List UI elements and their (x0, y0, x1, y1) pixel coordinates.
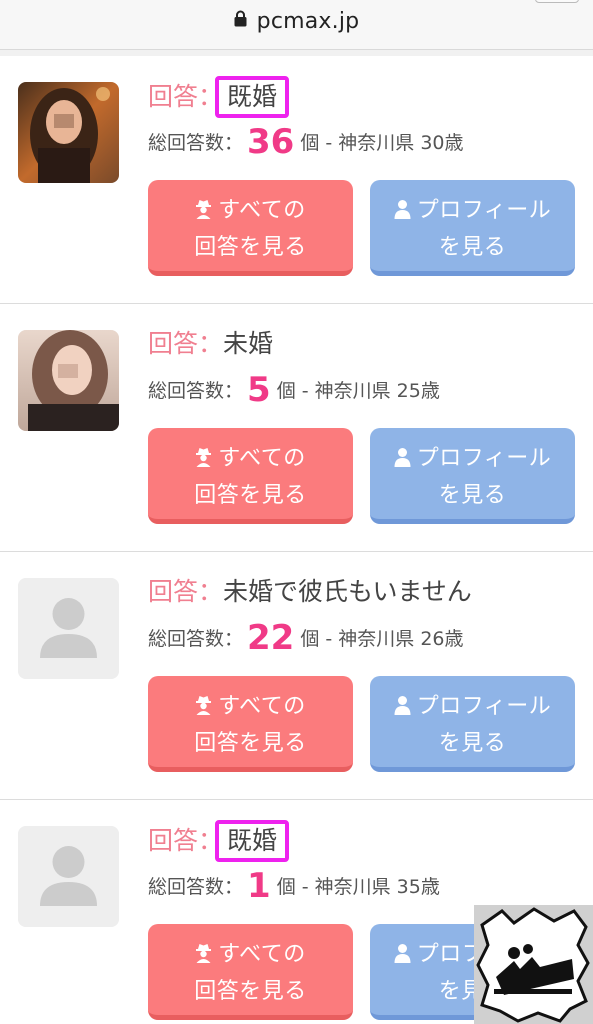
view-profile-line1: プロフィール (416, 446, 552, 471)
stats-line: 総回答数： 5 個 - 神奈川県 25歳 (148, 370, 440, 410)
total-count: 36 (247, 122, 295, 162)
watermark-logo-icon (474, 905, 593, 1024)
answer-item: 回答：未婚で彼氏もいません 総回答数： 22 個 - 神奈川県 26歳 すべての 回… (0, 552, 593, 800)
total-label: 総回答数： (148, 380, 244, 402)
view-all-line2: 回答を見る (194, 235, 307, 260)
user-meta: - 神奈川県 26歳 (325, 628, 464, 650)
user-meta: - 神奈川県 35歳 (301, 876, 440, 898)
answer-label: 回答： (148, 826, 224, 855)
spy-icon (195, 195, 212, 230)
view-all-answers-button[interactable]: すべての 回答を見る (148, 676, 353, 772)
answer-value: 既婚 (215, 820, 290, 862)
view-all-line1: すべての (218, 694, 306, 719)
answer-value: 未婚 (223, 329, 274, 358)
user-photo-icon (18, 82, 119, 183)
answer-value: 未婚で彼氏もいません (223, 577, 472, 606)
answer-line: 回答：未婚で彼氏もいません (148, 572, 472, 608)
answer-line: 回答：未婚 (148, 324, 273, 360)
url-display[interactable]: pcmax.jp (0, 8, 593, 34)
avatar[interactable] (18, 330, 119, 431)
avatar[interactable] (18, 578, 119, 679)
total-count: 1 (247, 866, 271, 906)
person-icon (394, 443, 411, 478)
total-label: 総回答数： (148, 132, 244, 154)
lock-icon (234, 8, 247, 33)
answer-item: 回答：未婚 総回答数： 5 個 - 神奈川県 25歳 すべての 回答を見る プロフィ… (0, 304, 593, 552)
answer-label: 回答： (148, 82, 224, 111)
person-icon (394, 195, 411, 230)
user-photo-icon (18, 330, 119, 431)
view-profile-button[interactable]: プロフィール を見る (370, 428, 575, 524)
view-all-line2: 回答を見る (194, 979, 307, 1004)
view-profile-button[interactable]: プロフィール を見る (370, 676, 575, 772)
stats-line: 総回答数： 36 個 - 神奈川県 30歳 (148, 122, 464, 162)
total-label: 総回答数： (148, 628, 244, 650)
count-unit: 個 (276, 380, 296, 402)
total-label: 総回答数： (148, 876, 244, 898)
spy-icon (195, 443, 212, 478)
user-silhouette-icon (18, 826, 119, 927)
view-all-line1: すべての (218, 942, 306, 967)
spy-icon (195, 691, 212, 726)
view-all-answers-button[interactable]: すべての 回答を見る (148, 428, 353, 524)
view-all-answers-button[interactable]: すべての 回答を見る (148, 180, 353, 276)
user-silhouette-icon (18, 578, 119, 679)
person-icon (394, 691, 411, 726)
browser-address-bar[interactable]: pcmax.jp (0, 0, 593, 50)
view-profile-line1: プロフィール (416, 694, 552, 719)
url-text: pcmax.jp (256, 9, 360, 34)
total-count: 5 (247, 370, 271, 410)
view-profile-line2: を見る (438, 483, 507, 508)
view-profile-line2: を見る (438, 731, 507, 756)
stats-line: 総回答数： 1 個 - 神奈川県 35歳 (148, 866, 440, 906)
answer-label: 回答： (148, 577, 224, 606)
answer-line: 回答： 既婚 (148, 820, 290, 862)
view-all-line2: 回答を見る (194, 483, 307, 508)
total-count: 22 (247, 618, 295, 658)
avatar[interactable] (18, 82, 119, 183)
count-unit: 個 (276, 876, 296, 898)
avatar[interactable] (18, 826, 119, 927)
view-profile-line1: プロフィール (416, 198, 552, 223)
count-unit: 個 (300, 132, 320, 154)
view-all-line1: すべての (218, 446, 306, 471)
view-profile-button[interactable]: プロフィール を見る (370, 180, 575, 276)
tab-switcher[interactable] (535, 0, 579, 3)
answer-label: 回答： (148, 329, 224, 358)
spy-icon (195, 939, 212, 974)
answer-line: 回答： 既婚 (148, 76, 290, 118)
view-all-line1: すべての (218, 198, 306, 223)
user-meta: - 神奈川県 30歳 (325, 132, 464, 154)
answer-value: 既婚 (215, 76, 290, 118)
person-icon (394, 939, 411, 974)
view-all-line2: 回答を見る (194, 731, 307, 756)
stats-line: 総回答数： 22 個 - 神奈川県 26歳 (148, 618, 464, 658)
answer-item: 回答： 既婚 総回答数： 36 個 - 神奈川県 30歳 すべての 回答を見る プロフ… (0, 56, 593, 304)
count-unit: 個 (300, 628, 320, 650)
view-profile-line2: を見る (438, 235, 507, 260)
view-all-answers-button[interactable]: すべての 回答を見る (148, 924, 353, 1020)
answer-list: 回答： 既婚 総回答数： 36 個 - 神奈川県 30歳 すべての 回答を見る プロフ… (0, 56, 593, 1024)
user-meta: - 神奈川県 25歳 (301, 380, 440, 402)
